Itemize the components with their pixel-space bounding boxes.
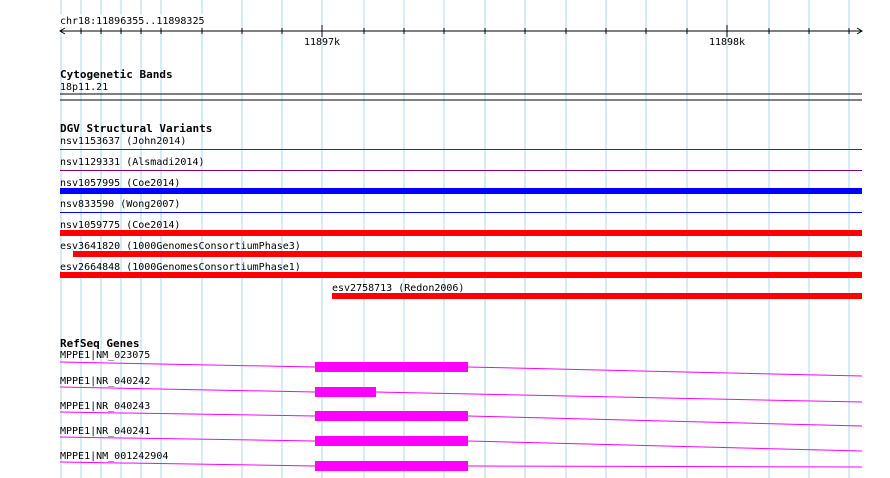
ruler-tick-label: 11897k [304,37,340,48]
refseq-track: RefSeq Genes MPPE1|NM_023075 MPPE1|NR_04… [59,337,863,471]
track-title: RefSeq Genes [60,337,139,350]
dgv-track: DGV Structural Variants nsv1153637 (John… [60,122,862,299]
grid-lines [60,0,850,478]
feature-label[interactable]: nsv1129331 (Alsmadi2014) [60,157,205,168]
gene-exon[interactable] [315,387,376,397]
feature-label[interactable]: esv2664848 (1000GenomesConsortiumPhase1) [60,262,301,273]
ruler: chr18:11896355..11898325 11897k 11898k [59,14,863,48]
ruler-tick-label: 11898k [709,37,745,48]
gene-label[interactable]: MPPE1|NR_040243 [60,401,150,412]
gene-label[interactable]: MPPE1|NM_023075 [60,350,150,361]
feature-label[interactable]: nsv1059775 (Coe2014) [60,220,180,231]
feature-label[interactable]: nsv833590 (Wong2007) [60,199,180,210]
feature-label[interactable]: esv2758713 (Redon2006) [332,283,464,294]
genome-browser-track-panel: chr18:11896355..11898325 11897k 11898k C… [59,0,863,478]
feature-bar[interactable] [332,293,862,299]
gene-label[interactable]: MPPE1|NR_040241 [60,426,150,437]
location-label: chr18:11896355..11898325 [60,16,205,27]
feature-bar[interactable] [73,251,862,257]
gene-label[interactable]: MPPE1|NR_040242 [60,376,150,387]
track-title: Cytogenetic Bands [60,68,173,81]
gene-exon[interactable] [315,461,468,471]
cytoband-label: 18p11.21 [60,82,108,93]
feature-bar[interactable] [60,230,862,236]
gene-label[interactable]: MPPE1|NM_001242904 [60,451,168,462]
gene-intron-line[interactable] [59,386,863,403]
feature-label[interactable]: nsv1057995 (Coe2014) [60,178,180,189]
gene-exon[interactable] [315,411,468,421]
cytoband-track: Cytogenetic Bands 18p11.21 [60,68,862,101]
gene-exon[interactable] [315,362,468,372]
feature-label[interactable]: esv3641820 (1000GenomesConsortiumPhase3) [60,241,301,252]
gene-exon[interactable] [315,436,468,446]
track-title: DGV Structural Variants [60,122,212,135]
feature-bar[interactable] [60,188,862,194]
feature-bar[interactable] [60,272,862,278]
feature-label[interactable]: nsv1153637 (John2014) [60,136,186,147]
